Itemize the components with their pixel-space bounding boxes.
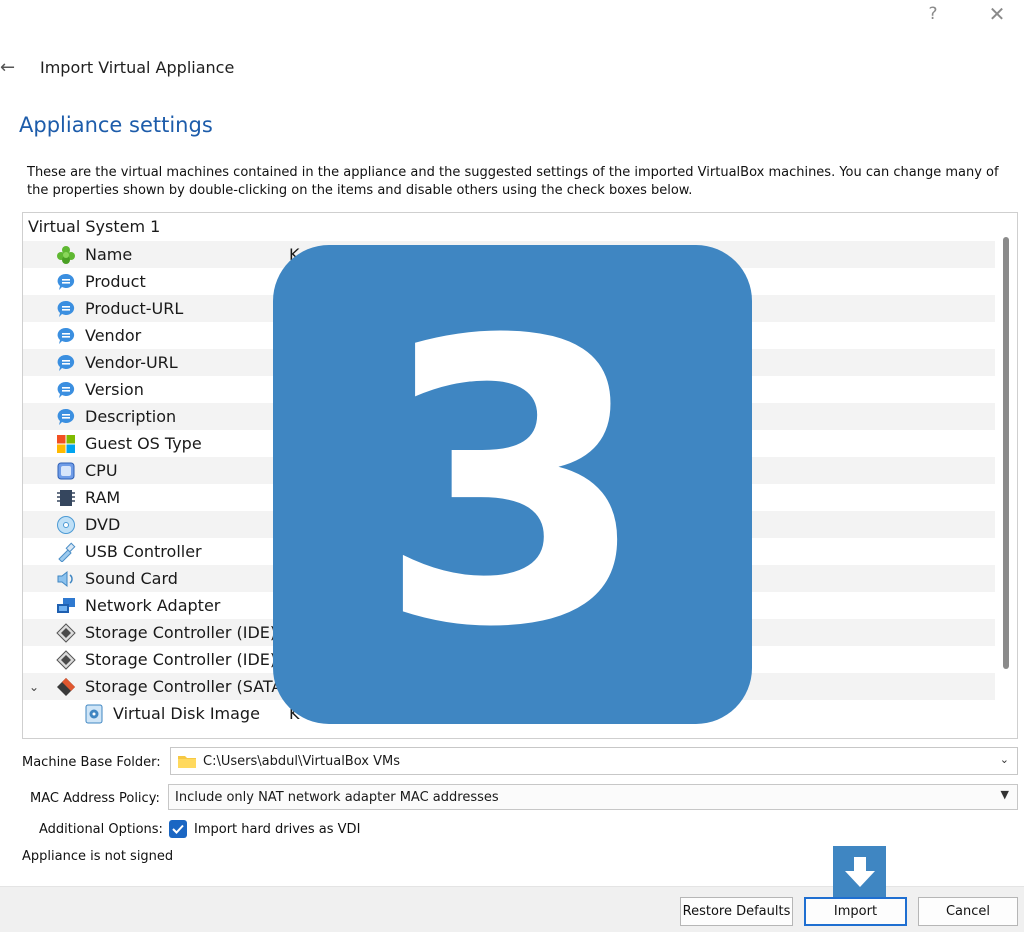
tree-item-label: Version xyxy=(85,380,144,399)
name-icon xyxy=(55,244,77,266)
cancel-button[interactable]: Cancel xyxy=(918,897,1018,926)
info-bubble-icon xyxy=(55,325,77,347)
info-bubble-icon xyxy=(55,298,77,320)
signature-status: Appliance is not signed xyxy=(22,849,174,864)
network-icon xyxy=(55,595,77,617)
folder-label: Machine Base Folder: xyxy=(22,755,161,770)
tree-item-label: Description xyxy=(85,407,177,426)
ide-controller-icon xyxy=(55,649,77,671)
checkmark-icon xyxy=(172,824,184,834)
page-heading: Appliance settings xyxy=(19,113,213,137)
step-number-badge: 3 xyxy=(273,245,752,724)
tree-item-label: Sound Card xyxy=(85,569,178,588)
info-bubble-icon xyxy=(55,406,77,428)
tree-item-label: Virtual Disk Image xyxy=(113,704,260,723)
tree-item-label: Vendor xyxy=(85,326,142,345)
tree-item-label: Guest OS Type xyxy=(85,434,202,453)
import-vdi-label[interactable]: Import hard drives as VDI xyxy=(194,822,360,837)
scrollbar-thumb[interactable] xyxy=(1003,237,1009,669)
step-number: 3 xyxy=(376,257,649,712)
mac-policy-value: Include only NAT network adapter MAC add… xyxy=(175,789,499,805)
tree-item-label: Product-URL xyxy=(85,299,184,318)
tree-item-label: Storage Controller (IDE) xyxy=(85,650,277,669)
info-bubble-icon xyxy=(55,379,77,401)
dropdown-arrow-icon[interactable]: ▼ xyxy=(1001,788,1009,801)
down-arrow-icon xyxy=(833,846,886,897)
tree-item-label: Storage Controller (IDE) xyxy=(85,623,277,642)
tree-item-label: Name xyxy=(85,245,133,264)
os-type-icon xyxy=(55,433,77,455)
tree-item-label: DVD xyxy=(85,515,121,534)
mac-address-policy-select[interactable]: Include only NAT network adapter MAC add… xyxy=(168,784,1018,810)
additional-options-label: Additional Options: xyxy=(39,822,163,837)
mac-policy-label: MAC Address Policy: xyxy=(30,791,160,806)
restore-defaults-button[interactable]: Restore Defaults xyxy=(680,897,793,926)
tree-item-label: Storage Controller (SATA) xyxy=(85,677,289,696)
back-arrow-icon[interactable]: ← xyxy=(0,55,22,79)
cpu-icon xyxy=(55,460,77,482)
dvd-icon xyxy=(55,514,77,536)
ide-controller-icon xyxy=(55,622,77,644)
machine-base-folder-select[interactable]: C:\Users\abdul\VirtualBox VMs ⌄ xyxy=(170,747,1018,775)
sata-controller-icon xyxy=(55,676,77,698)
info-bubble-icon xyxy=(55,271,77,293)
sound-icon xyxy=(55,568,77,590)
close-button[interactable]: ✕ xyxy=(977,2,1017,26)
usb-icon xyxy=(55,541,77,563)
page-description: These are the virtual machines contained… xyxy=(27,165,999,198)
import-vdi-checkbox[interactable] xyxy=(169,820,187,838)
folder-icon xyxy=(177,753,197,769)
ram-icon xyxy=(55,487,77,509)
chevron-down-icon[interactable]: ⌄ xyxy=(29,680,43,694)
tree-scrollbar[interactable] xyxy=(995,213,1017,738)
tree-item-label: Vendor-URL xyxy=(85,353,178,372)
tree-root-virtual-system[interactable]: Virtual System 1 xyxy=(23,213,995,240)
disk-image-icon xyxy=(83,703,105,725)
tree-root-label: Virtual System 1 xyxy=(28,217,161,236)
help-button[interactable]: ? xyxy=(913,2,953,26)
tree-item-label: Product xyxy=(85,272,146,291)
tree-item-label: USB Controller xyxy=(85,542,202,561)
tree-item-label: Network Adapter xyxy=(85,596,221,615)
tree-item-label: RAM xyxy=(85,488,121,507)
import-button[interactable]: Import xyxy=(804,897,907,926)
folder-value: C:\Users\abdul\VirtualBox VMs xyxy=(203,753,400,769)
wizard-title: Import Virtual Appliance xyxy=(40,58,235,77)
tree-item-label: CPU xyxy=(85,461,118,480)
info-bubble-icon xyxy=(55,352,77,374)
chevron-down-icon[interactable]: ⌄ xyxy=(1000,753,1009,766)
